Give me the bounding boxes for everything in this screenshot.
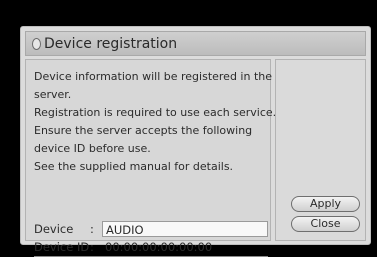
button-panel: Apply Close <box>275 59 366 241</box>
message-line: See the supplied manual for details. <box>34 160 234 173</box>
device-name-field[interactable]: AUDIO <box>102 221 268 237</box>
dialog-title: Device registration <box>44 35 178 52</box>
title-bar: Device registration <box>25 31 366 56</box>
content-panel: Device information will be registered in… <box>25 59 277 257</box>
device-id-row: Device ID : 00:00:00:00:00:00 <box>34 238 268 257</box>
device-id-value: 00:00:00:00:00:00 <box>105 240 213 254</box>
message-line: device ID before use. <box>34 142 151 155</box>
window-circle-icon <box>32 37 41 50</box>
registration-message: Device information will be registered in… <box>34 68 277 176</box>
apply-button[interactable]: Apply <box>291 196 360 212</box>
device-id-colon: : <box>90 240 94 254</box>
device-label: Device <box>34 222 74 236</box>
device-id-label: Device ID <box>34 240 90 254</box>
message-line: server. <box>34 88 72 101</box>
device-row: Device : AUDIO <box>34 220 268 238</box>
close-button[interactable]: Close <box>291 216 360 232</box>
message-line: Device information will be registered in… <box>34 70 273 83</box>
device-colon: : <box>90 222 94 236</box>
message-line: Registration is required to use each ser… <box>34 106 277 119</box>
message-line: Ensure the server accepts the following <box>34 124 253 137</box>
device-registration-dialog: Device registration Device information w… <box>20 26 371 257</box>
